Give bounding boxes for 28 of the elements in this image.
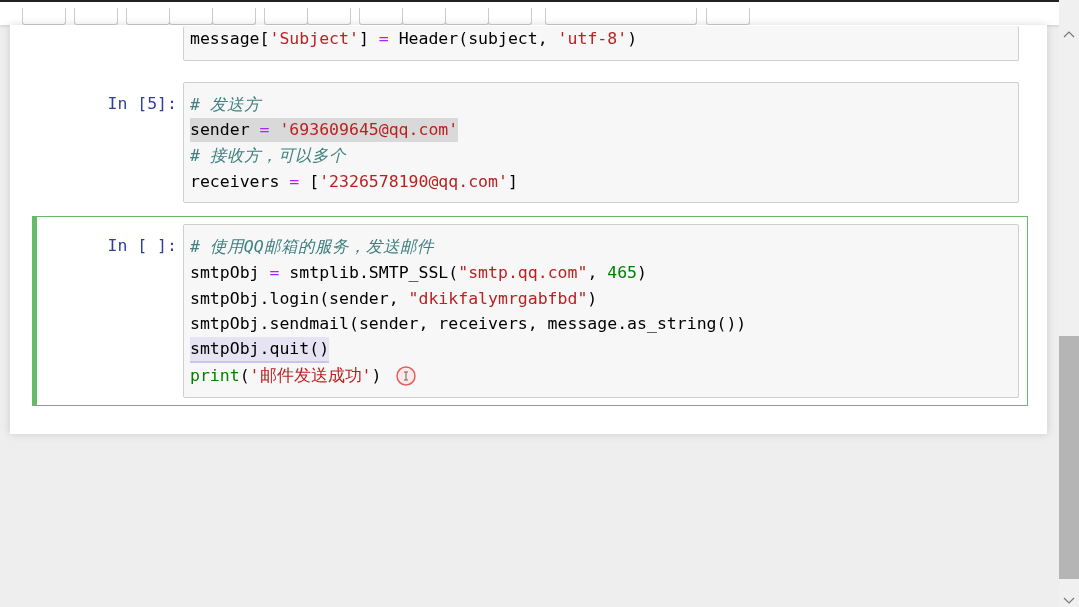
code-cell[interactable] — [32, 216, 1028, 406]
code-line: receivers = ['2326578190@qq.com'] — [190, 170, 518, 193]
code-line: # 使用QQ邮箱的服务，发送邮件 — [190, 236, 434, 259]
code-line: # 接收方，可以多个 — [190, 144, 346, 167]
code-line: smtpObj = smtplib.SMTP_SSL("smtp.qq.com", 465) — [190, 261, 647, 284]
toolbar-button[interactable] — [264, 8, 308, 25]
input-prompt: In [ ]: — [107, 236, 177, 256]
code-line: message['Subject'] = Header(subject, 'utf-8') — [190, 27, 638, 50]
code-cell[interactable]: In [5]: # 发送方 sender = '693609645@qq.com' # 接收方，可以多个 receivers = ['2326578190@qq.com'] — [32, 73, 1028, 212]
code-editor[interactable]: # 发送方 sender = '693609645@qq.com' # 接收方，可以多个 receivers = ['2326578190@qq.com'] — [183, 81, 1019, 204]
code-editor[interactable]: # 使用QQ邮箱的服务，发送邮件 smtpObj = smtplib.SMTP_SSL("smtp.qq.com", 465) smtpObj.login(sender, "dkikfalymrgabfbd") smtpObj.sendmail(sender, receivers, message.as_string()) smtpObj.quit() print('邮件发送成功') — [183, 224, 1019, 398]
input-prompt: In [5]: — [107, 93, 177, 113]
toolbar-button[interactable] — [126, 8, 170, 25]
toolbar-button[interactable] — [359, 8, 403, 25]
code-cell[interactable]: message['Subject'] = Header(subject, 'utf-8') — [32, 25, 1028, 69]
toolbar-button[interactable] — [74, 8, 118, 25]
code-line: smtpObj.login(sender, "dkikfalymrgabfbd") — [190, 287, 598, 310]
toolbar-button[interactable] — [22, 8, 66, 25]
toolbar-button[interactable] — [307, 8, 351, 25]
toolbar-button[interactable] — [212, 8, 256, 25]
scroll-thumb[interactable] — [1059, 336, 1079, 579]
cell-type-dropdown[interactable] — [545, 8, 697, 25]
code-line: print('邮件发送成功') — [190, 364, 382, 387]
toolbar-button[interactable] — [706, 8, 750, 25]
code-editor[interactable]: message['Subject'] = Header(subject, 'utf-8') — [183, 26, 1019, 61]
code-line: # 发送方 — [190, 93, 261, 116]
toolbar-button[interactable] — [488, 8, 532, 25]
code-line: smtpObj.sendmail(sender, receivers, message.as_string()) — [190, 313, 747, 336]
